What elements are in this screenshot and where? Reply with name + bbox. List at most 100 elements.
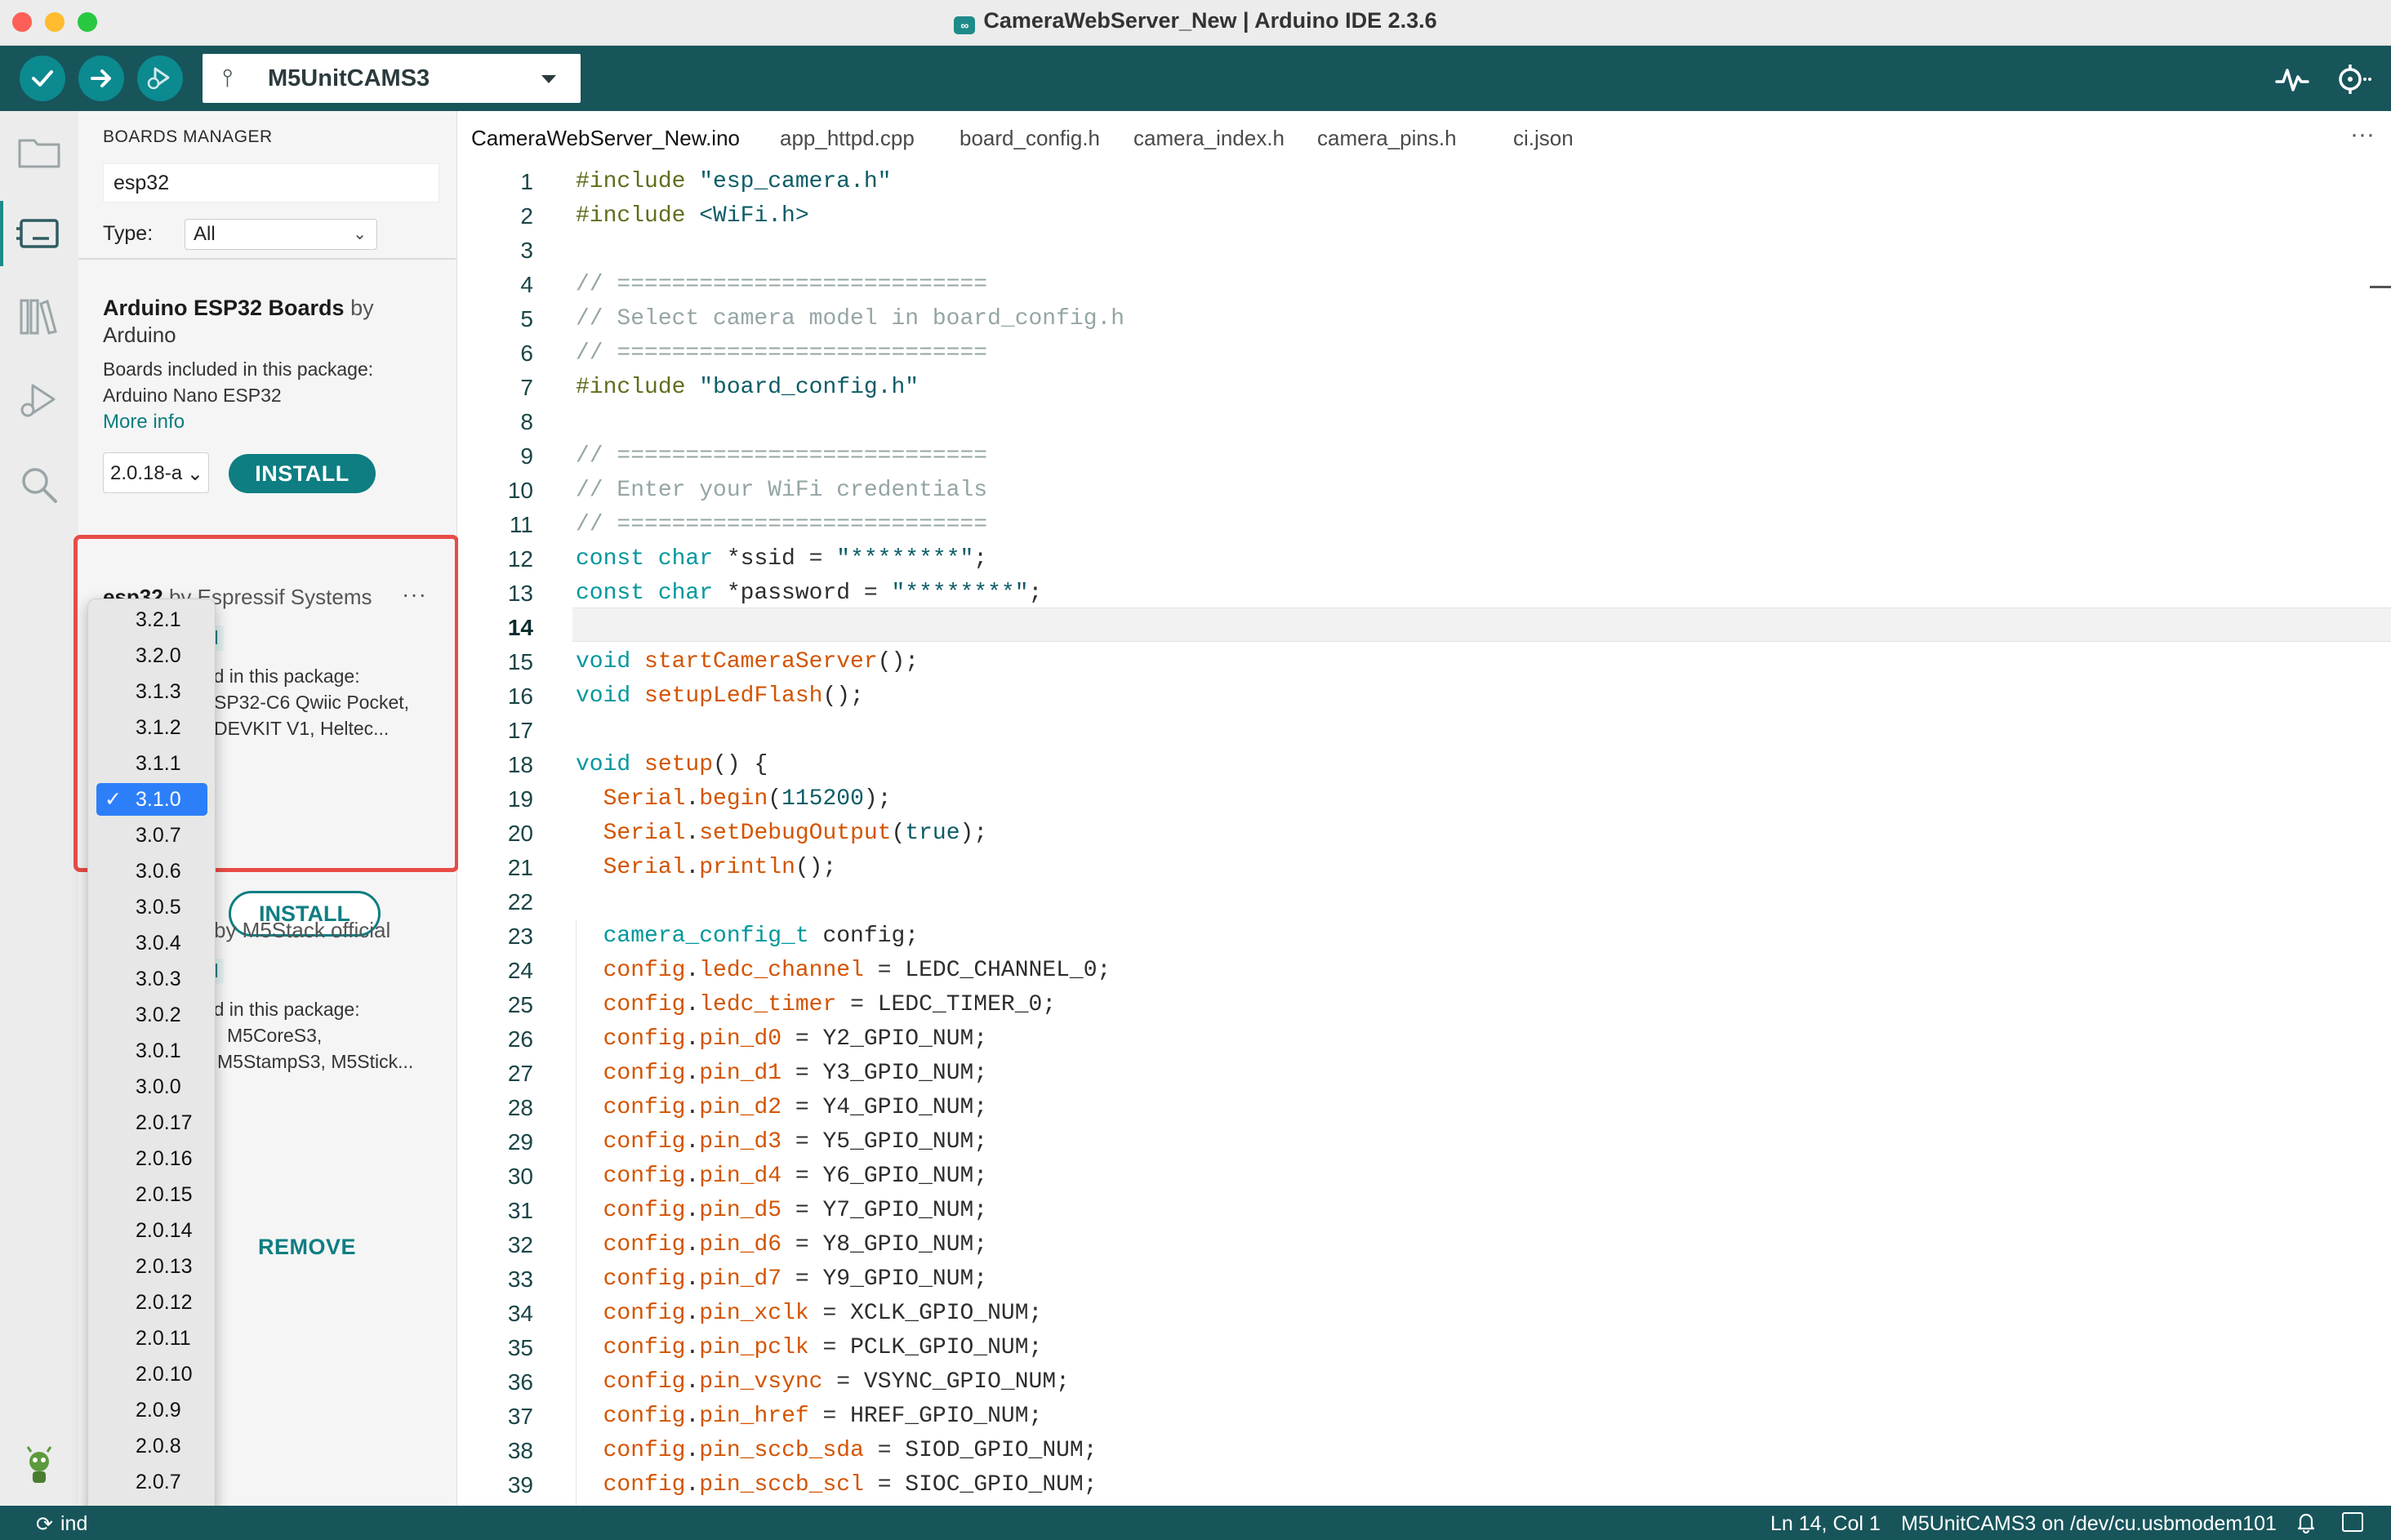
- code-token: "board_config.h": [699, 375, 919, 400]
- version-option[interactable]: 3.2.0: [96, 639, 207, 672]
- more-info-link[interactable]: More info: [103, 411, 185, 434]
- version-option[interactable]: 3.1.1: [96, 747, 207, 780]
- code-token: config: [603, 1404, 686, 1429]
- version-option[interactable]: 3.0.1: [96, 1035, 207, 1067]
- code-text: Serial.begin(115200);: [576, 782, 892, 817]
- editor-tab[interactable]: camera_index.h: [1133, 126, 1285, 151]
- verify-button[interactable]: [20, 56, 65, 101]
- board-search-input[interactable]: [103, 163, 439, 203]
- code-token: pin_pclk: [699, 1335, 809, 1360]
- board-selector[interactable]: ⫯ M5UnitCAMS3: [203, 54, 581, 103]
- upload-button[interactable]: [78, 56, 124, 101]
- code-line: 21 Serial.println();: [458, 851, 2391, 885]
- line-number: 4: [520, 272, 533, 297]
- editor-tab[interactable]: board_config.h: [960, 126, 1100, 151]
- panel-title: BOARDS MANAGER: [103, 127, 273, 146]
- version-option[interactable]: 2.0.14: [96, 1214, 207, 1247]
- code-line: 10 // Enter your WiFi credentials: [458, 474, 2391, 508]
- code-token: pin_sccb_scl: [699, 1472, 864, 1498]
- version-option[interactable]: 2.0.10: [96, 1358, 207, 1391]
- install-button[interactable]: INSTALL: [229, 454, 376, 493]
- version-option[interactable]: 2.0.11: [96, 1322, 207, 1355]
- version-option[interactable]: ✓ 3.1.0: [96, 783, 207, 816]
- version-option[interactable]: 2.0.13: [96, 1250, 207, 1283]
- profile-icon[interactable]: [16, 1444, 62, 1489]
- library-icon[interactable]: [15, 292, 64, 341]
- line-number: 21: [507, 855, 533, 880]
- code-text: Serial.println();: [576, 851, 837, 885]
- version-option[interactable]: 2.0.16: [96, 1142, 207, 1175]
- caret-down-icon: [541, 75, 556, 83]
- version-option[interactable]: 3.2.1: [96, 603, 207, 636]
- code-token: setup: [644, 752, 714, 777]
- version-option[interactable]: 2.0.9: [96, 1394, 207, 1427]
- line-number: 14: [507, 615, 533, 640]
- chevron-down-icon: ⌄: [185, 462, 203, 486]
- version-dropdown-menu[interactable]: 3.2.1 3.2.0 3.1.3 3.1.2 3.1.1 ✓ 3.1.0 3.0.7 3.0.…: [87, 599, 216, 1530]
- package-title: Arduino ESP32 Boards by: [103, 296, 374, 321]
- code-text: camera_config_t config;: [576, 919, 919, 954]
- version-option[interactable]: 3.1.2: [96, 711, 207, 744]
- code-token: pin_d3: [699, 1129, 782, 1155]
- code-text: config.pin_sccb_sda = SIOD_GPIO_NUM;: [576, 1434, 1098, 1468]
- editor-tab[interactable]: ci.json: [1513, 126, 1574, 151]
- version-option[interactable]: 2.0.15: [96, 1178, 207, 1211]
- type-filter-select[interactable]: All ⌄: [185, 219, 377, 250]
- code-token: .: [685, 1472, 700, 1498]
- code-text: #include "esp_camera.h": [576, 165, 891, 199]
- code-token: config: [603, 1335, 686, 1360]
- code-token: = Y9_GPIO_NUM;: [781, 1266, 988, 1292]
- line-number: 2: [520, 203, 533, 229]
- debug-panel-icon[interactable]: [15, 377, 64, 426]
- version-option[interactable]: 3.0.6: [96, 855, 207, 888]
- bell-icon[interactable]: [2296, 1511, 2316, 1533]
- code-editor[interactable]: 1 #include "esp_camera.h" 2 #include <WiFi.…: [458, 162, 2391, 1506]
- version-option[interactable]: 3.0.2: [96, 999, 207, 1031]
- debug-button[interactable]: [137, 56, 183, 101]
- code-token: void: [576, 683, 645, 709]
- code-token: // Select camera model in board_config.h: [576, 306, 1125, 332]
- boards-manager-icon[interactable]: [15, 209, 64, 258]
- version-option[interactable]: 3.0.5: [96, 891, 207, 924]
- board-port-status[interactable]: M5UnitCAMS3 on /dev/cu.usbmodem101: [1901, 1512, 2277, 1536]
- folder-icon[interactable]: [15, 127, 64, 176]
- version-option[interactable]: 2.0.7: [96, 1466, 207, 1498]
- editor-tab[interactable]: camera_pins.h: [1317, 126, 1457, 151]
- version-option[interactable]: 3.0.7: [96, 819, 207, 852]
- code-token: setDebugOutput: [699, 821, 892, 846]
- code-line: 4 // ===========================: [458, 268, 2391, 302]
- toggle-panel-icon[interactable]: [2342, 1512, 2363, 1532]
- version-option[interactable]: 3.0.0: [96, 1070, 207, 1103]
- code-line: 19 Serial.begin(115200);: [458, 782, 2391, 817]
- version-option[interactable]: 3.0.3: [96, 963, 207, 995]
- code-token: = SIOC_GPIO_NUM;: [863, 1472, 1098, 1498]
- version-option[interactable]: 3.0.4: [96, 927, 207, 959]
- version-option[interactable]: 2.0.17: [96, 1106, 207, 1139]
- version-option[interactable]: 3.1.3: [96, 675, 207, 708]
- code-text: void setup() {: [576, 748, 768, 782]
- editor-tab[interactable]: CameraWebServer_New.ino: [471, 126, 740, 151]
- chevron-down-icon: ⌄: [353, 225, 367, 243]
- line-number: 13: [507, 581, 533, 606]
- editor-tab[interactable]: app_httpd.cpp: [780, 126, 915, 151]
- code-token: = VSYNC_GPIO_NUM;: [822, 1369, 1070, 1395]
- code-token: pin_d5: [699, 1198, 782, 1223]
- code-token: // ===========================: [576, 443, 988, 469]
- code-token: .: [685, 786, 700, 812]
- remove-button[interactable]: REMOVE: [258, 1235, 356, 1260]
- search-icon[interactable]: [15, 461, 64, 510]
- code-token: pin_href: [699, 1404, 809, 1429]
- code-line: 36 config.pin_vsync = VSYNC_GPIO_NUM;: [458, 1365, 2391, 1400]
- version-select[interactable]: 2.0.18-a ⌄: [103, 452, 209, 493]
- line-number: 19: [507, 786, 533, 812]
- more-tabs-icon[interactable]: ···: [2350, 121, 2375, 149]
- code-token: // ===========================: [576, 512, 988, 537]
- cursor-position[interactable]: Ln 14, Col 1: [1770, 1512, 1881, 1536]
- serial-plotter-icon[interactable]: [2273, 60, 2311, 98]
- serial-monitor-icon[interactable]: [2332, 60, 2373, 98]
- version-option[interactable]: 2.0.12: [96, 1286, 207, 1319]
- code-token: = HREF_GPIO_NUM;: [808, 1404, 1043, 1429]
- version-option[interactable]: 2.0.8: [96, 1430, 207, 1462]
